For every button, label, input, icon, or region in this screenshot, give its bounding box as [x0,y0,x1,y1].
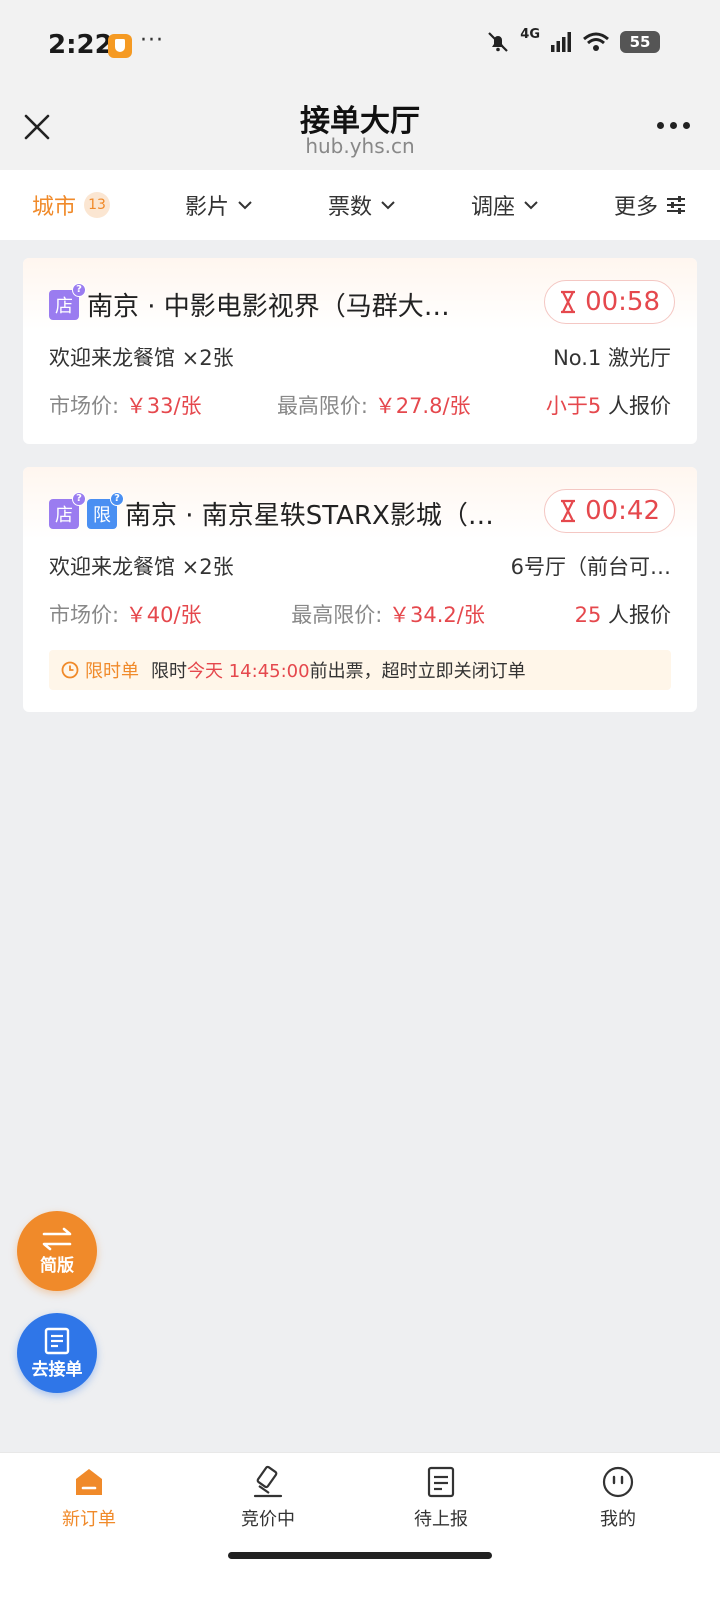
countdown-timer: 00:42 [544,489,675,533]
help-icon[interactable]: ? [72,491,86,506]
home-icon [76,1469,102,1495]
filter-seat-label: 调座 [470,195,515,220]
status-time: 2:22 [48,30,113,60]
page-url: hub.yhs.cn [305,134,415,158]
status-bar: 2:22 ··· 4G 55 [0,0,720,92]
max-price-group: 最高限价: ￥27.8/张 [277,390,471,420]
movie-title: 欢迎来龙餐馆 ×2张 [49,346,234,370]
movie-row: 欢迎来龙餐馆 ×2张 No.1 激光厅 [49,342,671,372]
status-more-dots: ··· [140,28,164,53]
tab-bidding[interactable]: 竞价中 [208,1465,328,1531]
hourglass-icon [561,499,576,523]
tab-mine[interactable]: 我的 [558,1465,678,1531]
chevron-down-icon [381,201,395,210]
gavel-icon [253,1465,283,1498]
signal-icon [551,32,571,52]
price-row: 市场价: ￥40/张 最高限价: ￥34.2/张 25 人报价 [49,599,671,629]
order-card[interactable]: 店 ? 南京 · 中影电影视界（马群大… 00:58 欢迎来龙餐馆 ×2张 No… [23,258,697,444]
quote-suffix: 人报价 [607,394,671,418]
notice-label: 限时单 [85,661,139,682]
tab-label: 竞价中 [241,1509,295,1530]
tab-new-orders[interactable]: 新订单 [29,1465,149,1531]
limit-tag: 限 ? [87,491,124,529]
max-price: ￥27.8/张 [374,394,471,418]
timer-value: 00:58 [585,287,660,317]
order-card[interactable]: 店 ? 限 ? 南京 · 南京星轶STARX影城（… 00:42 欢迎来龙餐馆 … [23,467,697,712]
max-price-group: 最高限价: ￥34.2/张 [291,599,485,629]
timer-value: 00:42 [585,496,660,526]
hourglass-icon [561,290,576,314]
quote-count: 25 [574,603,602,627]
filter-more-label: 更多 [613,195,658,220]
simple-mode-label: 简版 [40,1255,74,1276]
tab-pending-report[interactable]: 待上报 [381,1465,501,1531]
countdown-timer: 00:58 [544,280,675,324]
filter-tickets-label: 票数 [327,195,372,220]
chevron-down-icon [524,201,538,210]
hall-name: No.1 激光厅 [553,346,671,370]
quote-count-group: 小于5 人报价 [546,390,671,420]
notice-suffix: 前出票，超时立即关闭订单 [309,661,526,682]
filter-movie-label: 影片 [184,195,229,220]
market-price-group: 市场价: ￥40/张 [49,599,202,629]
sliders-icon [666,196,685,214]
more-dots-icon[interactable] [657,122,690,129]
bottom-tab-bar: 新订单 竞价中 待上报 我的 [0,1452,720,1600]
go-orders-label: 去接单 [31,1359,83,1380]
market-price: ￥33/张 [125,394,202,418]
tab-label: 我的 [600,1509,636,1530]
market-price-label: 市场价: [49,603,120,627]
cinema-name: 南京 · 南京星轶STARX影城（… [125,501,494,531]
quote-count: 小于5 [545,394,602,418]
filter-seat-adjust[interactable]: 调座 [471,189,539,221]
help-icon[interactable]: ? [72,282,86,297]
wifi-icon [583,32,609,51]
home-indicator[interactable] [228,1552,492,1559]
notice-deadline: 今天 14:45:00 [187,661,310,682]
chevron-down-icon [238,201,252,210]
filter-city[interactable]: 城市 13 [32,189,111,221]
nav-bar: 接单大厅 hub.yhs.cn [0,92,720,170]
store-tag: 店 ? [49,282,86,320]
market-price: ￥40/张 [125,603,202,627]
cinema-row: 店 ? 南京 · 中影电影视界（马群大… [49,282,450,323]
mute-bell-icon [488,32,509,52]
max-price-label: 最高限价: [291,603,383,627]
quote-count-group: 25 人报价 [575,599,671,629]
clock-icon [61,661,79,679]
quote-suffix: 人报价 [608,603,671,627]
city-count-badge: 13 [84,192,111,218]
help-icon[interactable]: ? [110,491,124,506]
market-price-group: 市场价: ￥33/张 [49,390,202,420]
tab-label: 新订单 [62,1509,116,1530]
status-icons: 4G 55 [486,26,660,54]
hall-name: 6号厅（前台可… [510,555,671,579]
filter-city-label: 城市 [32,195,77,220]
go-take-orders-button[interactable]: 去接单 [17,1313,97,1393]
market-price-label: 市场价: [49,394,120,418]
filter-bar: 城市 13 影片 票数 调座 更多 [0,170,720,240]
profile-icon [602,1466,634,1498]
store-tag: 店 ? [49,491,86,529]
simple-mode-button[interactable]: 简版 [17,1211,97,1291]
max-price: ￥34.2/张 [389,603,485,627]
filter-movie[interactable]: 影片 [185,189,253,221]
price-row: 市场价: ￥33/张 最高限价: ￥27.8/张 小于5 人报价 [49,390,671,420]
notice-prefix: 限时 [151,661,187,682]
network-type: 4G [520,26,540,42]
app-shield-icon [108,34,132,58]
cinema-name: 南京 · 中影电影视界（马群大… [87,292,450,322]
switch-arrows-icon [42,1227,72,1250]
movie-row: 欢迎来龙餐馆 ×2张 6号厅（前台可… [49,551,671,581]
movie-title: 欢迎来龙餐馆 ×2张 [49,555,234,579]
max-price-label: 最高限价: [276,394,369,418]
document-icon [44,1327,70,1354]
battery-icon: 55 [620,31,660,53]
cinema-row: 店 ? 限 ? 南京 · 南京星轶STARX影城（… [49,491,494,532]
filter-more[interactable]: 更多 [614,189,686,221]
tab-label: 待上报 [414,1509,468,1530]
filter-tickets[interactable]: 票数 [328,189,396,221]
time-limit-notice: 限时单 限时 今天 14:45:00 前出票，超时立即关闭订单 [49,650,671,690]
document-icon [427,1466,455,1498]
